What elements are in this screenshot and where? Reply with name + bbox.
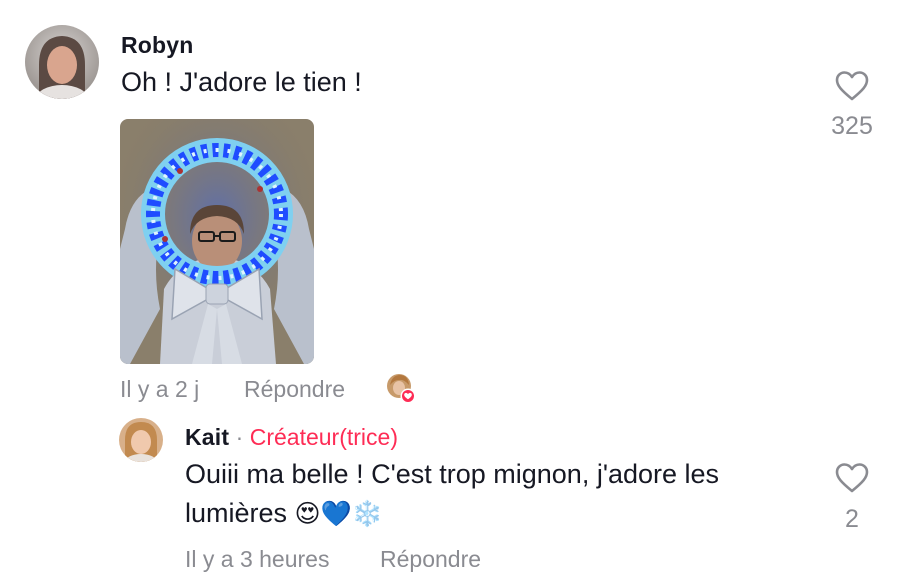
reply-button[interactable]: Répondre: [244, 376, 345, 403]
reply-text-line2-word: lumières: [185, 498, 288, 528]
commenter-avatar[interactable]: [25, 25, 99, 99]
heart-outline-icon: [835, 462, 869, 494]
creator-badge: Créateur(trice): [249, 424, 398, 450]
comment-photo[interactable]: [120, 119, 314, 364]
reply-timestamp: Il y a 3 heures: [185, 546, 330, 572]
reply-text-line1: Ouiii ma belle ! C'est trop mignon, j'ad…: [185, 459, 720, 489]
reply-username[interactable]: Kait: [185, 424, 229, 450]
reply-like-button[interactable]: [835, 462, 869, 494]
like-count: 325: [831, 112, 873, 140]
snowflake-emoji-icon: ❄️: [351, 500, 383, 528]
comment-timestamp: Il y a 2 j: [120, 376, 200, 402]
reply-avatar[interactable]: [119, 418, 163, 462]
heart-eyes-emoji-icon: 😍: [294, 500, 321, 528]
blue-heart-emoji-icon: 💙: [320, 500, 352, 528]
commenter-username[interactable]: Robyn: [121, 32, 194, 59]
like-button[interactable]: [835, 70, 869, 102]
creator-liked-badge: [386, 373, 416, 405]
comment-text: Oh ! J'adore le tien !: [121, 67, 362, 97]
reply-text-line2: lumières 😍💙❄️: [185, 494, 805, 534]
heart-outline-icon: [835, 70, 869, 102]
reply-header: Kait · Créateur(trice): [185, 424, 398, 451]
reply-text: Ouiii ma belle ! C'est trop mignon, j'ad…: [185, 455, 805, 534]
reply-like-count: 2: [845, 505, 859, 533]
reply-reply-button[interactable]: Répondre: [380, 546, 481, 573]
separator-dot: ·: [235, 424, 244, 450]
